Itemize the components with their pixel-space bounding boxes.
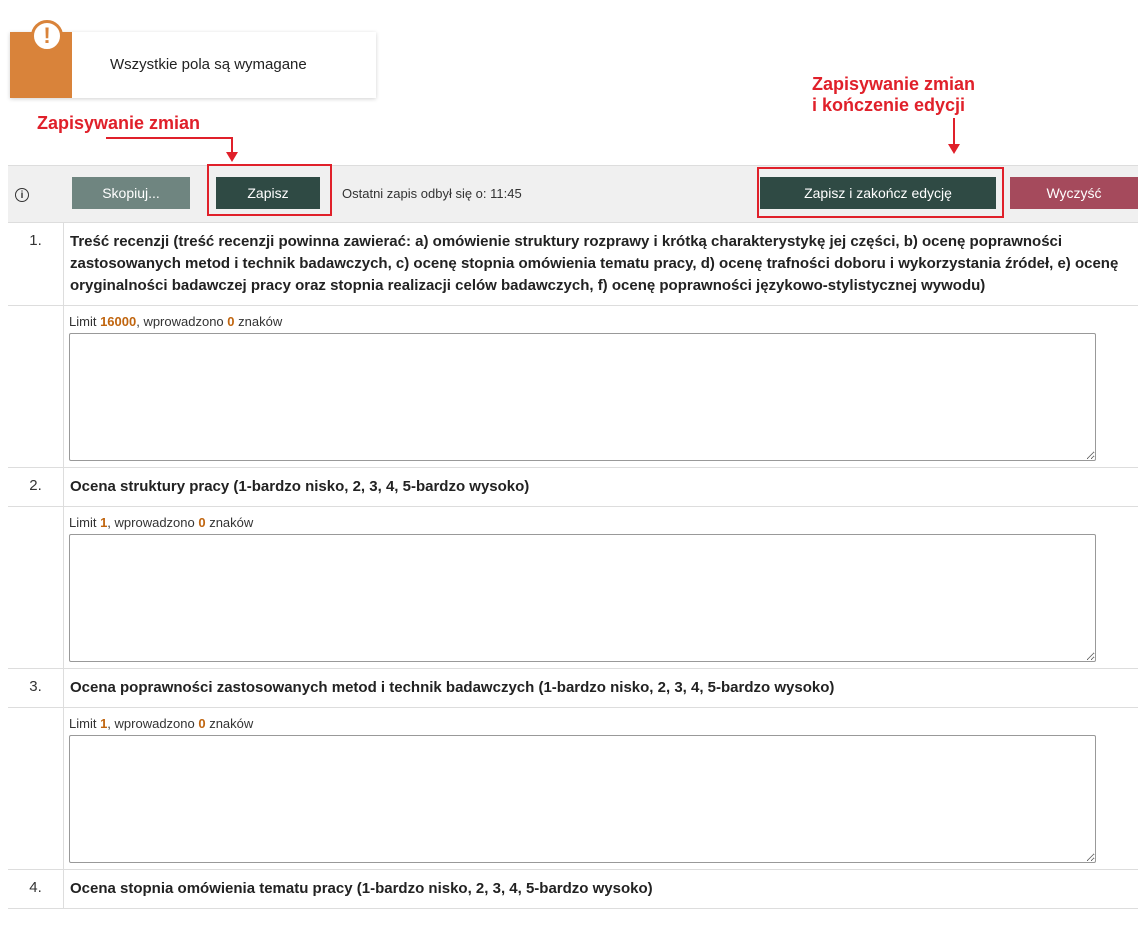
required-fields-notice: ! Wszystkie pola są wymagane	[10, 20, 376, 98]
question-answer: Limit 1, wprowadzono 0 znaków	[8, 507, 1138, 669]
question-number: 2.	[8, 468, 64, 506]
char-limit-info: Limit 1, wprowadzono 0 znaków	[69, 716, 254, 731]
question-title: Treść recenzji (treść recenzji powinna z…	[70, 233, 1119, 294]
exclamation-icon: !	[31, 20, 63, 52]
char-count: 0	[198, 515, 206, 530]
question-number: 1.	[8, 223, 64, 305]
question-title: Ocena stopnia omówienia tematu pracy (1-…	[70, 880, 653, 897]
question-title: Ocena poprawności zastosowanych metod i …	[70, 679, 835, 696]
annotation-save-arrow	[106, 137, 238, 162]
question-header: 4. Ocena stopnia omówienia tematu pracy …	[8, 870, 1138, 909]
question-answer: Limit 16000, wprowadzono 0 znaków	[8, 306, 1138, 468]
annotation-save: Zapisywanie zmian	[37, 113, 201, 133]
answer-textarea[interactable]	[69, 534, 1096, 662]
last-save-status: Ostatni zapis odbył się o: 11:45	[342, 186, 522, 201]
question-number: 4.	[8, 870, 64, 908]
copy-button[interactable]: Skopiuj...	[72, 177, 190, 209]
clear-button[interactable]: Wyczyść	[1010, 177, 1138, 209]
question-header: 1. Treść recenzji (treść recenzji powinn…	[8, 223, 1138, 306]
char-count: 0	[227, 314, 235, 329]
question-header: 2. Ocena struktury pracy (1-bardzo nisko…	[8, 468, 1138, 507]
answer-textarea[interactable]	[69, 333, 1096, 461]
question-header: 3. Ocena poprawności zastosowanych metod…	[8, 669, 1138, 708]
char-limit-info: Limit 16000, wprowadzono 0 znaków	[69, 314, 283, 329]
info-icon[interactable]: i	[15, 188, 29, 202]
char-limit-info: Limit 1, wprowadzono 0 znaków	[69, 515, 254, 530]
question-number: 3.	[8, 669, 64, 707]
question-title: Ocena struktury pracy (1-bardzo nisko, 2…	[70, 478, 530, 495]
char-count: 0	[198, 716, 206, 731]
annotation-save-finish-arrow	[948, 118, 960, 154]
answer-textarea[interactable]	[69, 735, 1096, 863]
question-answer: Limit 1, wprowadzono 0 znaków	[8, 708, 1138, 870]
char-limit: 16000	[100, 314, 137, 329]
notice-text: Wszystkie pola są wymagane	[110, 56, 307, 73]
save-finish-button-highlight	[757, 167, 1004, 218]
annotation-save-finish-line2: i kończenie edycji	[812, 95, 966, 115]
annotation-save-finish-line1: Zapisywanie zmian	[812, 74, 976, 94]
review-questions: 1. Treść recenzji (treść recenzji powinn…	[8, 223, 1138, 909]
save-button-highlight	[207, 164, 332, 216]
